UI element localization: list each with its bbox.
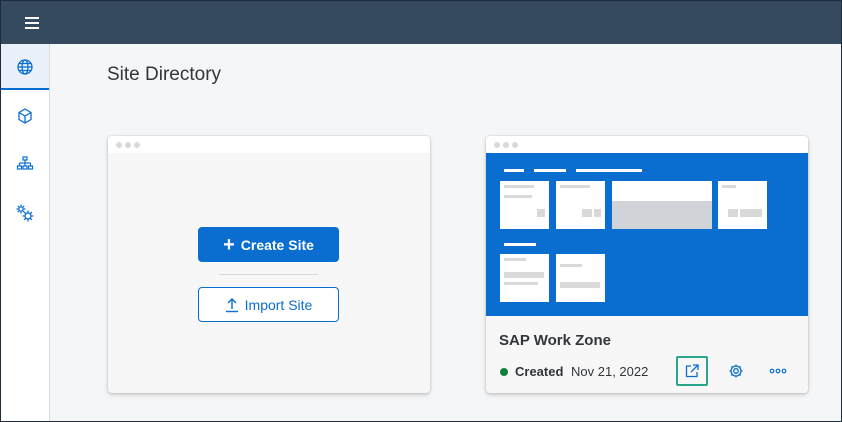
overflow-icon: [769, 368, 787, 374]
plus-icon: +: [223, 233, 235, 256]
window-dots: [494, 142, 518, 148]
site-card[interactable]: SAP Work Zone Created Nov 21, 2022: [486, 136, 808, 393]
create-site-button[interactable]: + Create Site: [198, 227, 339, 262]
site-settings-button[interactable]: [720, 356, 752, 386]
status-indicator: [500, 368, 508, 376]
card-window-chrome: [108, 136, 430, 153]
status-label: Created: [515, 364, 564, 379]
upload-icon: [225, 297, 238, 312]
settings-icon: [16, 204, 34, 222]
cube-icon: [18, 108, 32, 124]
open-site-button[interactable]: [676, 356, 708, 386]
import-site-button[interactable]: Import Site: [198, 287, 339, 322]
more-actions-button[interactable]: [762, 356, 794, 386]
import-site-label: Import Site: [244, 296, 313, 313]
create-site-card: + Create Site Import Site: [108, 136, 430, 393]
globe-icon: [17, 59, 33, 75]
card-window-chrome: [486, 136, 808, 153]
sidebar-item-hierarchy[interactable]: [1, 141, 49, 187]
window-dots: [116, 142, 140, 148]
create-site-label: Create Site: [240, 236, 314, 253]
sidebar-item-sites[interactable]: [1, 44, 49, 90]
settings-icon: [729, 364, 743, 378]
divider: [219, 274, 318, 275]
hamburger-menu-button[interactable]: [19, 12, 45, 34]
app-window: Site Directory + Create Site Import Site: [0, 0, 842, 422]
created-date: Nov 21, 2022: [571, 364, 649, 379]
sidebar-item-settings[interactable]: [1, 190, 49, 236]
main-content: Site Directory + Create Site Import Site: [51, 44, 841, 421]
sidebar-item-content[interactable]: [1, 93, 49, 139]
hamburger-icon: [25, 17, 39, 29]
open-external-icon: [685, 364, 699, 378]
site-preview-thumbnail: [486, 153, 808, 316]
page-title: Site Directory: [107, 64, 222, 85]
side-navigation: [1, 44, 50, 421]
site-name: SAP Work Zone: [499, 332, 611, 349]
shell-bar: [1, 1, 841, 44]
hierarchy-icon: [16, 156, 34, 170]
